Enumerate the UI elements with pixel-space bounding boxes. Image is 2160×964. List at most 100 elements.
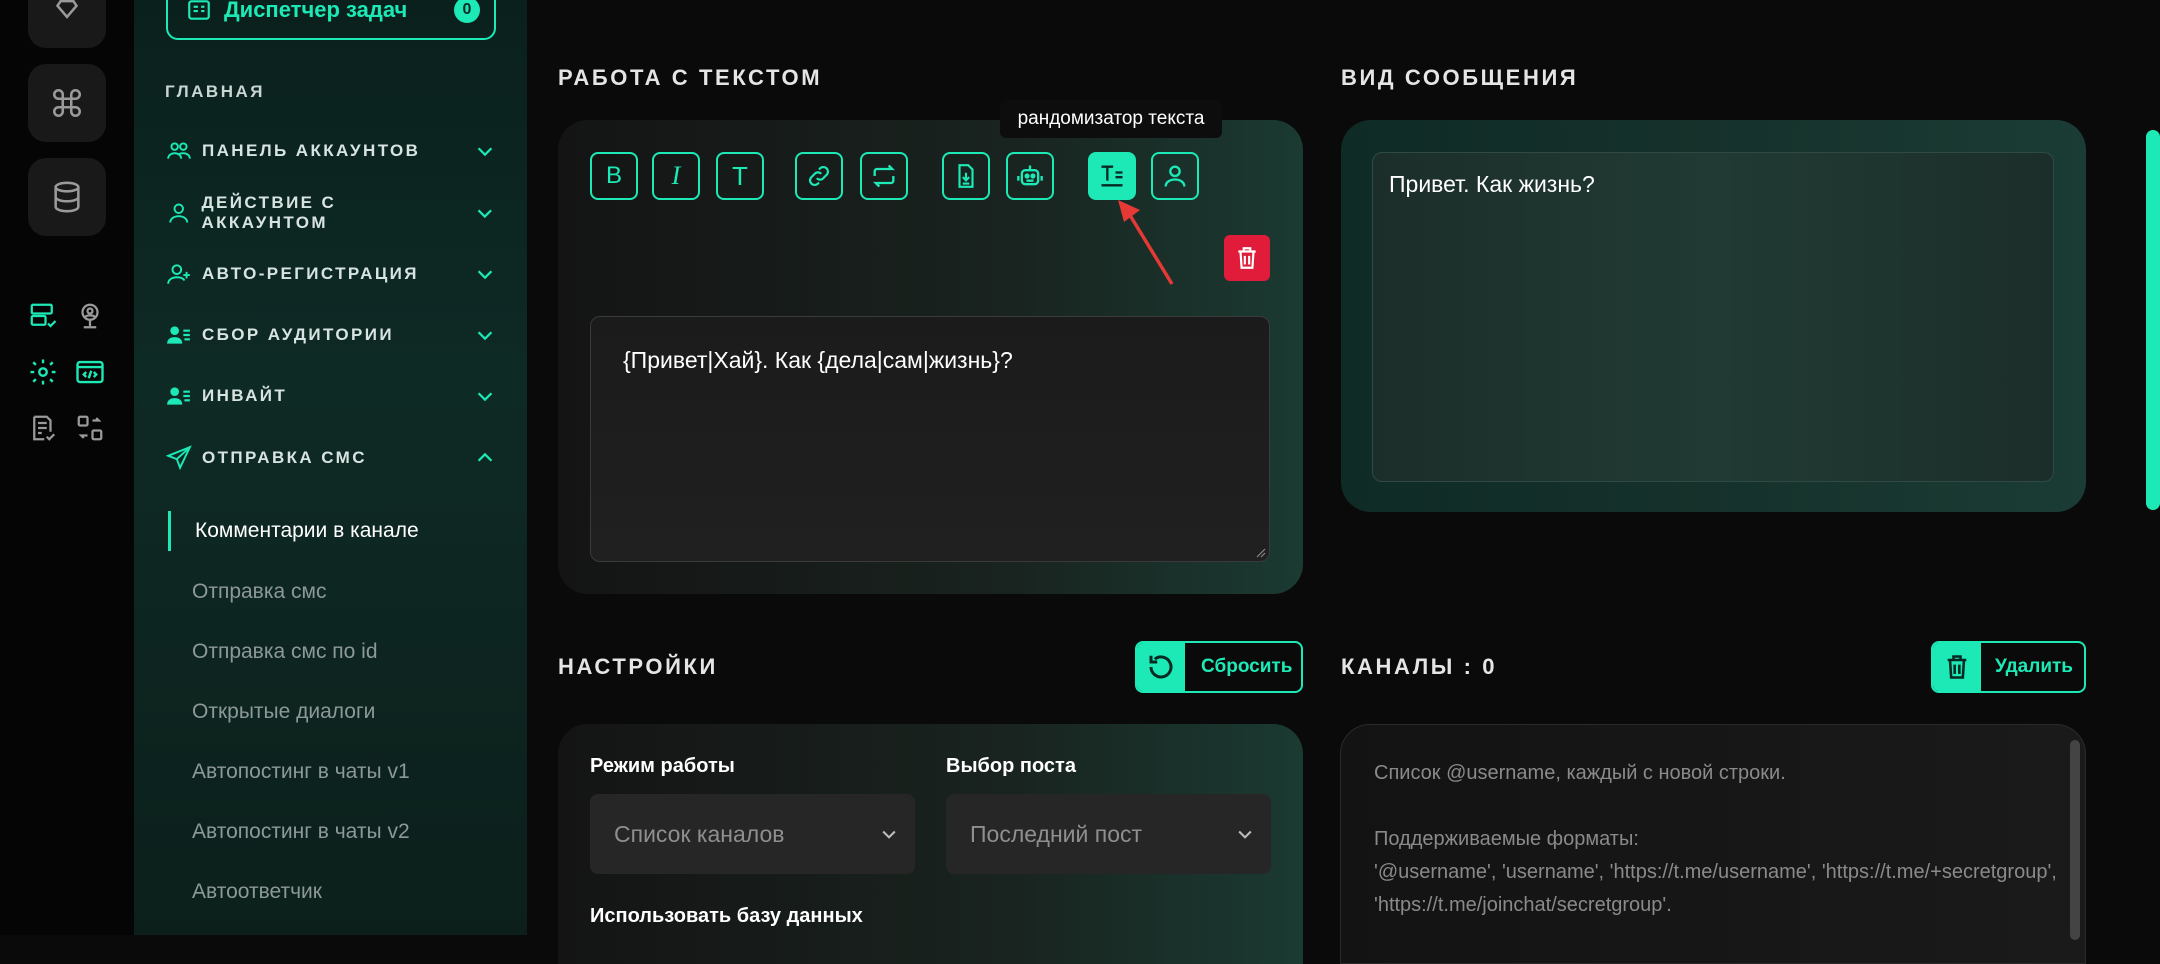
nav-audience-collection[interactable]: СБОР АУДИТОРИИ — [166, 318, 496, 352]
chevron-down-icon[interactable] — [474, 263, 496, 285]
chevron-down-icon[interactable] — [474, 324, 496, 346]
arrow-annotation-icon — [1118, 200, 1174, 285]
send-icon — [166, 445, 192, 471]
user-list-icon — [167, 387, 190, 405]
task-count-badge: 0 — [454, 0, 480, 23]
file-download-button[interactable] — [942, 152, 990, 200]
message-text-value: {Привет|Хай}. Как {дела|сам|жизнь}? — [623, 347, 1013, 373]
reset-icon — [1149, 655, 1173, 679]
bold-button[interactable]: B — [590, 152, 638, 200]
delete-channels-button[interactable]: Удалить — [1931, 641, 2086, 693]
resize-handle-icon[interactable] — [1254, 546, 1266, 558]
message-preview: Привет. Как жизнь? — [1372, 152, 2054, 482]
sub-item-send-sms[interactable]: Отправка смс — [168, 572, 498, 612]
diamond-icon — [55, 0, 79, 19]
swap-icon[interactable] — [74, 412, 106, 444]
mode-select-value: Список каналов — [614, 820, 785, 847]
nav-label: ОТПРАВКА СМС — [202, 448, 367, 467]
sub-item-autoposting-v1[interactable]: Автопостинг в чаты v1 — [168, 752, 498, 792]
robot-button[interactable] — [1006, 152, 1054, 200]
file-download-icon — [958, 164, 974, 188]
post-label: Выбор поста — [946, 755, 1076, 777]
trash-icon — [1947, 655, 1967, 679]
users-icon — [167, 142, 191, 159]
delete-label: Удалить — [1995, 656, 2073, 677]
gear-icon[interactable] — [27, 356, 59, 388]
server-check-icon[interactable] — [27, 300, 59, 332]
reset-label: Сбросить — [1201, 656, 1293, 677]
sub-item-channel-comments[interactable]: Комментарии в канале — [168, 511, 498, 551]
channels-placeholder: Список @username, каждый с новой строки.… — [1374, 762, 2057, 916]
db-label: Использовать базу данных — [590, 905, 863, 927]
text-randomizer-button[interactable] — [1088, 152, 1136, 200]
message-view-title: ВИД СООБЩЕНИЯ — [1341, 65, 1579, 90]
section-label-main: ГЛАВНАЯ — [165, 82, 265, 101]
channels-scrollbar[interactable] — [2070, 740, 2080, 940]
nav-label: АВТО-РЕГИСТРАЦИЯ — [202, 264, 419, 283]
italic-button[interactable]: I — [652, 152, 700, 200]
sub-item-send-sms-by-id[interactable]: Отправка смс по id — [168, 632, 498, 672]
repeat-button[interactable] — [860, 152, 908, 200]
nav-send-sms[interactable]: ОТПРАВКА СМС — [166, 441, 496, 475]
nav-auto-registration[interactable]: АВТО-РЕГИСТРАЦИЯ — [166, 257, 496, 291]
tooltip-text-randomizer: рандомизатор текста — [1000, 100, 1222, 138]
mode-label: Режим работы — [590, 755, 735, 777]
reset-button[interactable]: Сбросить — [1135, 641, 1303, 693]
text-work-title: РАБОТА С ТЕКСТОМ — [558, 65, 823, 90]
database-icon-button[interactable] — [28, 158, 106, 236]
diamond-icon-button[interactable] — [28, 0, 106, 48]
post-select[interactable]: Последний пост — [946, 794, 1271, 874]
nav-label: ИНВАЙТ — [202, 386, 288, 405]
page-scrollbar[interactable] — [2146, 130, 2160, 510]
text-icon: T — [732, 160, 748, 191]
task-manager-label: Диспетчер задач — [224, 0, 408, 22]
clear-text-button[interactable] — [1224, 235, 1270, 281]
document-check-icon[interactable] — [27, 412, 59, 444]
task-list-icon — [188, 0, 210, 20]
nav-label: СБОР АУДИТОРИИ — [202, 325, 395, 344]
user-button[interactable] — [1151, 152, 1199, 200]
nav-invite[interactable]: ИНВАЙТ — [166, 379, 496, 413]
database-icon — [54, 181, 80, 213]
chevron-down-icon[interactable] — [474, 202, 496, 224]
user-icon — [1164, 165, 1186, 187]
mode-select[interactable]: Список каналов — [590, 794, 915, 874]
message-preview-text: Привет. Как жизнь? — [1389, 171, 1595, 197]
code-window-icon[interactable] — [74, 356, 106, 388]
channels-input[interactable]: Список @username, каждый с новой строки.… — [1340, 724, 2086, 964]
user-icon — [169, 203, 189, 223]
user-list-icon — [167, 326, 190, 344]
sub-item-autoposting-v2[interactable]: Автопостинг в чаты v2 — [168, 812, 498, 852]
sub-item-open-dialogs[interactable]: Открытые диалоги — [168, 692, 498, 732]
repeat-icon — [873, 164, 895, 188]
italic-icon: I — [671, 161, 681, 190]
chevron-down-icon — [882, 830, 896, 839]
settings-title: НАСТРОЙКИ — [558, 654, 718, 679]
user-pin-icon[interactable] — [74, 300, 106, 332]
task-manager-button[interactable]: Диспетчер задач 0 — [166, 0, 496, 40]
message-text-input[interactable]: {Привет|Хай}. Как {дела|сам|жизнь}? — [590, 316, 1270, 562]
text-button[interactable]: T — [716, 152, 764, 200]
command-icon-button[interactable] — [28, 64, 106, 142]
chevron-down-icon[interactable] — [474, 140, 496, 162]
chevron-up-icon[interactable] — [474, 447, 496, 469]
link-icon — [809, 166, 829, 186]
chevron-down-icon — [1238, 830, 1252, 839]
channels-title: КАНАЛЫ : 0 — [1341, 654, 1498, 679]
text-randomizer-icon — [1101, 165, 1123, 187]
chevron-down-icon[interactable] — [474, 385, 496, 407]
bold-icon: B — [605, 162, 622, 189]
trash-icon — [1238, 247, 1256, 269]
icon-rail — [0, 0, 134, 935]
link-button[interactable] — [795, 152, 843, 200]
nav-account-actions[interactable]: ДЕЙСТВИЕ С АККАУНТОМ — [166, 193, 496, 232]
nav-label: ДЕЙСТВИЕ С АККАУНТОМ — [201, 193, 337, 232]
sidebar: Диспетчер задач 0 ГЛАВНАЯ ПАНЕЛЬ АККАУНТ… — [134, 0, 527, 935]
nav-accounts-panel[interactable]: ПАНЕЛЬ АККАУНТОВ — [166, 134, 496, 168]
nav-label: ПАНЕЛЬ АККАУНТОВ — [202, 141, 421, 160]
sub-item-autoresponder[interactable]: Автоответчик — [168, 872, 498, 912]
command-icon — [52, 88, 82, 118]
post-select-value: Последний пост — [970, 820, 1143, 847]
robot-icon — [1017, 165, 1043, 186]
user-plus-icon — [167, 264, 190, 284]
